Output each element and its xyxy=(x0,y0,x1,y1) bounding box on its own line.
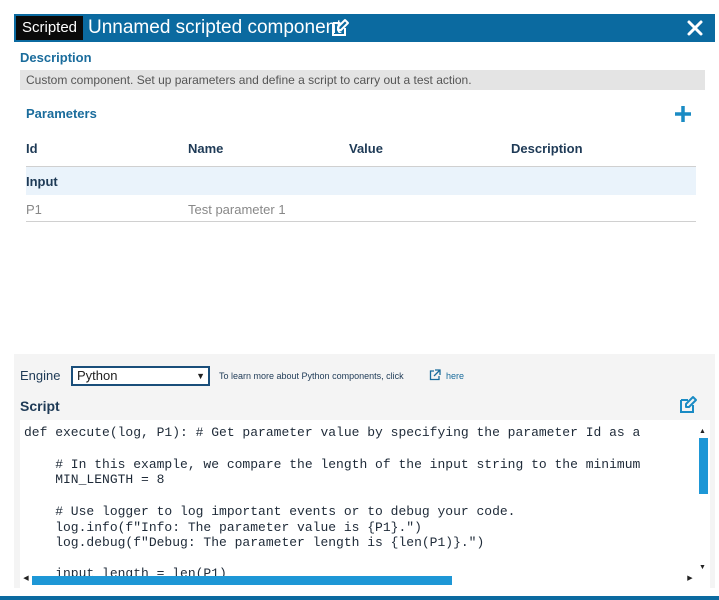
scroll-left-arrow-icon[interactable]: ◀ xyxy=(22,574,30,584)
parameter-group-row: Input xyxy=(26,167,696,195)
engine-help-link[interactable]: here xyxy=(446,371,464,381)
column-header-description: Description xyxy=(511,141,583,156)
external-link-icon[interactable] xyxy=(429,369,441,381)
code-line: def execute(log, P1): # Get parameter va… xyxy=(24,425,641,440)
component-settings-panel: Description Custom component. Set up par… xyxy=(14,42,715,354)
column-header-id: Id xyxy=(26,141,38,156)
parameter-group-label: Input xyxy=(26,174,58,189)
script-heading: Script xyxy=(20,398,60,414)
description-field[interactable]: Custom component. Set up parameters and … xyxy=(20,70,705,90)
scroll-up-arrow-icon[interactable]: ▲ xyxy=(698,428,707,436)
script-editor[interactable]: def execute(log, P1): # Get parameter va… xyxy=(20,420,710,588)
code-line: # In this example, we compare the length… xyxy=(24,457,641,472)
code-line: log.info(f"Info: The parameter value is … xyxy=(24,520,422,535)
description-heading: Description xyxy=(20,50,92,65)
engine-label: Engine xyxy=(20,368,61,383)
pencil-square-icon[interactable] xyxy=(678,395,698,415)
vertical-scrollbar-thumb[interactable] xyxy=(699,438,708,494)
engine-help-text: To learn more about Python components, c… xyxy=(219,371,404,381)
table-row[interactable]: P1 Test parameter 1 xyxy=(26,195,696,222)
column-header-value: Value xyxy=(349,141,383,156)
column-header-name: Name xyxy=(188,141,224,156)
code-line: MIN_LENGTH = 8 xyxy=(24,472,165,487)
component-type-badge: Scripted xyxy=(16,16,84,40)
engine-select[interactable]: Python ▼ xyxy=(71,366,210,386)
scroll-right-arrow-icon[interactable]: ▶ xyxy=(686,574,694,584)
component-title: Unnamed scripted component xyxy=(88,17,342,38)
plus-icon[interactable] xyxy=(674,105,692,123)
pencil-square-icon[interactable] xyxy=(330,18,350,38)
parameter-id-cell: P1 xyxy=(26,202,42,217)
code-line: log.debug(f"Debug: The parameter length … xyxy=(24,535,485,550)
window-bottom-border xyxy=(0,596,719,600)
parameters-heading: Parameters xyxy=(26,106,97,121)
parameter-name-cell[interactable]: Test parameter 1 xyxy=(188,202,286,217)
engine-selected-value: Python xyxy=(77,368,118,383)
dialog-titlebar: Scripted Unnamed scripted component xyxy=(14,14,715,42)
parameters-table-header: Id Name Value Description xyxy=(26,141,696,163)
code-line: # Use logger to log important events or … xyxy=(24,504,516,519)
script-panel: Engine Python ▼ To learn more about Pyth… xyxy=(14,354,715,588)
chevron-down-icon: ▼ xyxy=(196,371,205,381)
close-icon[interactable] xyxy=(685,18,705,38)
scroll-down-arrow-icon[interactable]: ▼ xyxy=(698,564,707,572)
horizontal-scrollbar-thumb[interactable] xyxy=(32,576,452,585)
